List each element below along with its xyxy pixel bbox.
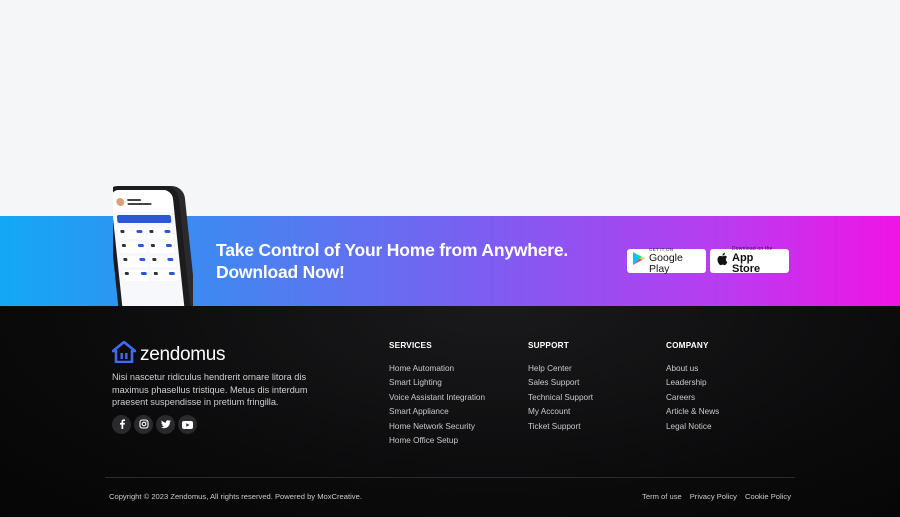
phone-device-card xyxy=(121,256,148,267)
banner-title: Take Control of Your Home from Anywhere.… xyxy=(216,240,569,282)
footer-link-home-office[interactable]: Home Office Setup xyxy=(389,436,485,450)
apple-icon xyxy=(716,252,728,271)
footer-link-about-us[interactable]: About us xyxy=(666,364,719,378)
facebook-icon xyxy=(118,416,126,434)
phone-greeting-line xyxy=(127,199,142,201)
avatar xyxy=(115,198,125,206)
cookie-policy-link[interactable]: Cookie Policy xyxy=(745,492,791,501)
phone-mockup xyxy=(113,186,193,308)
phone-app-header xyxy=(113,190,175,212)
phone-device-card xyxy=(149,256,177,267)
footer-link-leadership[interactable]: Leadership xyxy=(666,378,719,392)
footer-about-text: Nisi nascetur ridiculus hendrerit ornare… xyxy=(112,372,308,407)
house-logo-icon xyxy=(111,340,137,368)
twitter-icon xyxy=(160,416,171,434)
support-heading: SUPPORT xyxy=(528,341,569,350)
phone-device-grid xyxy=(114,226,182,283)
footer-link-smart-lighting[interactable]: Smart Lighting xyxy=(389,378,485,392)
footer-column-company: COMPANY About us Leadership Careers Arti… xyxy=(666,341,719,436)
footer-link-careers[interactable]: Careers xyxy=(666,393,719,407)
youtube-icon xyxy=(182,416,193,434)
company-heading: COMPANY xyxy=(666,341,709,350)
phone-device-card xyxy=(146,228,174,239)
app-store-label: App Store xyxy=(732,252,761,275)
instagram-button[interactable] xyxy=(134,415,153,434)
social-links xyxy=(112,415,197,434)
footer-divider xyxy=(105,477,795,478)
footer-link-help-center[interactable]: Help Center xyxy=(528,364,593,378)
phone-tab-bar xyxy=(116,215,172,223)
footer-link-my-account[interactable]: My Account xyxy=(528,407,593,421)
footer-column-support: SUPPORT Help Center Sales Support Techni… xyxy=(528,341,593,436)
privacy-policy-link[interactable]: Privacy Policy xyxy=(690,492,737,501)
footer-link-voice-assistant[interactable]: Voice Assistant Integration xyxy=(389,393,485,407)
footer-logo[interactable]: zendomus xyxy=(111,340,226,368)
phone-device-card xyxy=(150,270,178,281)
app-store-button[interactable]: Download on the App Store xyxy=(710,247,789,275)
phone-device-card xyxy=(118,228,145,239)
footer-link-smart-appliance[interactable]: Smart Appliance xyxy=(389,407,485,421)
phone-user-line xyxy=(127,203,152,205)
facebook-button[interactable] xyxy=(112,415,131,434)
terms-of-use-link[interactable]: Term of use xyxy=(642,492,682,501)
footer-link-article-news[interactable]: Article & News xyxy=(666,407,719,421)
instagram-icon xyxy=(138,416,149,434)
footer-link-network-security[interactable]: Home Network Security xyxy=(389,422,485,436)
google-play-button[interactable]: GET IT ON Google Play xyxy=(627,247,706,275)
footer-column-services: SERVICES Home Automation Smart Lighting … xyxy=(389,341,485,450)
footer-link-ticket-support[interactable]: Ticket Support xyxy=(528,422,593,436)
phone-device-card xyxy=(119,242,147,253)
phone-screen xyxy=(113,190,186,308)
twitter-button[interactable] xyxy=(156,415,175,434)
google-play-icon xyxy=(633,252,645,270)
phone-device-card xyxy=(148,242,175,253)
phone-device-card xyxy=(122,270,150,281)
footer-link-legal-notice[interactable]: Legal Notice xyxy=(666,422,719,436)
page-top-blank-area xyxy=(0,0,900,216)
youtube-button[interactable] xyxy=(178,415,197,434)
footer-link-home-automation[interactable]: Home Automation xyxy=(389,364,485,378)
footer-link-sales-support[interactable]: Sales Support xyxy=(528,378,593,392)
google-play-label: Google Play xyxy=(649,252,683,275)
phone-body xyxy=(113,186,193,308)
legal-links: Term of use Privacy Policy Cookie Policy xyxy=(642,492,791,501)
copyright-text: Copyright © 2023 Zendomus, All rights re… xyxy=(109,492,362,501)
brand-name: zendomus xyxy=(140,343,226,365)
footer-link-technical-support[interactable]: Technical Support xyxy=(528,393,593,407)
services-heading: SERVICES xyxy=(389,341,432,350)
